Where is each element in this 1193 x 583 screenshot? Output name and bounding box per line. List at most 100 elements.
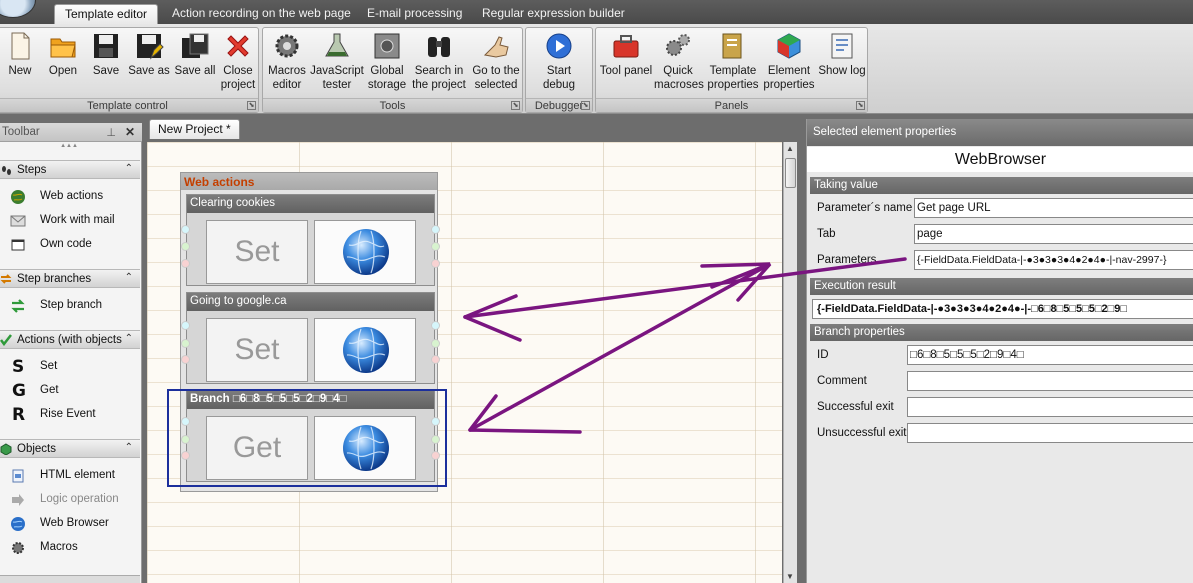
section-actions[interactable]: Actions (with objects ⌃ xyxy=(0,330,140,349)
section-execution-result: Execution result xyxy=(810,278,1193,295)
save-all-button[interactable]: Save all xyxy=(174,30,216,98)
start-debug-button[interactable]: Start debug xyxy=(534,30,584,98)
quick-macroses-button[interactable]: Quick macroses xyxy=(654,30,704,98)
input-port[interactable] xyxy=(181,225,190,234)
template-properties-button[interactable]: Template properties xyxy=(706,30,760,98)
dialog-launcher-icon[interactable]: ⬊ xyxy=(247,101,256,110)
success-port[interactable] xyxy=(431,339,440,348)
element-properties-button[interactable]: Element properties xyxy=(762,30,816,98)
toolbar-scrollbar[interactable] xyxy=(0,575,140,583)
dialog-launcher-icon[interactable]: ⬊ xyxy=(856,101,865,110)
tab-action-recording[interactable]: Action recording on the web page xyxy=(162,4,361,24)
scroll-up-icon[interactable]: ▲ xyxy=(786,144,794,153)
comment-field[interactable] xyxy=(907,371,1193,391)
canvas-vertical-scrollbar[interactable]: ▲ ▼ xyxy=(783,142,797,583)
global-storage-button[interactable]: Global storage xyxy=(367,30,407,98)
section-objects[interactable]: Objects ⌃ xyxy=(0,439,140,458)
new-file-icon xyxy=(11,32,30,60)
web-actions-title: Web actions xyxy=(181,173,437,190)
input-port[interactable] xyxy=(181,242,190,251)
close-icon[interactable]: ✕ xyxy=(125,125,135,139)
web-browser-object[interactable] xyxy=(314,220,416,284)
collapse-icon[interactable]: ⌃ xyxy=(125,333,133,344)
tab-field[interactable]: page xyxy=(914,224,1193,244)
gear-icon xyxy=(12,542,24,554)
application-menu-button[interactable] xyxy=(0,0,36,18)
save-button[interactable]: Save xyxy=(89,30,123,98)
macros-editor-button[interactable]: Macros editor xyxy=(267,30,307,98)
collapse-icon[interactable]: ⌃ xyxy=(125,163,133,174)
parameters-field[interactable]: {-FieldData.FieldData-|-●3●3●3●4●2●4●-|-… xyxy=(914,250,1193,270)
code-window-icon xyxy=(11,239,25,251)
toolbar-item-web-browser[interactable]: Web Browser xyxy=(0,513,140,535)
toolbar-panel: Toolbar ⊥ ✕ ▲▲▲ Steps ⌃ Web actions Work… xyxy=(0,123,142,583)
tool-panel-button[interactable]: Tool panel xyxy=(599,30,653,98)
tab-regex-builder[interactable]: Regular expression builder xyxy=(472,4,635,24)
close-project-button[interactable]: Close project xyxy=(218,30,258,98)
output-port[interactable] xyxy=(431,321,440,330)
properties-panel: Selected element properties WebBrowser T… xyxy=(806,119,1193,583)
scroll-thumb[interactable] xyxy=(785,158,796,188)
open-button[interactable]: Open xyxy=(43,30,83,98)
floppy-disk-icon xyxy=(94,34,118,58)
new-button[interactable]: New xyxy=(5,30,35,98)
successful-exit-field[interactable] xyxy=(907,397,1193,417)
go-to-selected-button[interactable]: Go to the selected xyxy=(469,30,523,98)
javascript-tester-button[interactable]: JavaScript tester xyxy=(310,30,364,98)
dialog-launcher-icon[interactable]: ⬊ xyxy=(511,101,520,110)
project-canvas[interactable]: Web actions Clearing cookies Set Going t… xyxy=(147,142,782,583)
dialog-launcher-icon[interactable]: ⬊ xyxy=(581,101,590,110)
group-label-template-control: Template control xyxy=(0,98,258,112)
section-steps[interactable]: Steps ⌃ xyxy=(0,160,140,179)
action-going-to-google[interactable]: Going to google.ca Set xyxy=(181,292,440,384)
toolbar-item-macros[interactable]: Macros xyxy=(0,537,140,559)
toolbox-icon xyxy=(613,35,639,58)
success-port[interactable] xyxy=(431,242,440,251)
log-notepad-icon xyxy=(831,33,853,59)
search-in-project-button[interactable]: Search in the project xyxy=(411,30,467,98)
save-as-button[interactable]: Save as xyxy=(128,30,170,98)
tab-new-project[interactable]: New Project * xyxy=(149,119,240,139)
successful-exit-label: Successful exit xyxy=(817,401,894,413)
toolbar-item-web-actions[interactable]: Web actions xyxy=(0,186,140,208)
toolbar-item-own-code[interactable]: Own code xyxy=(0,234,140,256)
menu-tab-bar: Template editor Action recording on the … xyxy=(0,0,1193,24)
show-log-button[interactable]: Show log xyxy=(818,30,866,98)
scroll-down-icon[interactable]: ▼ xyxy=(786,572,794,581)
toolbar-item-set[interactable]: S Set xyxy=(0,356,140,378)
collapse-icon[interactable]: ⌃ xyxy=(125,442,133,453)
toolbar-item-get[interactable]: G Get xyxy=(0,380,140,402)
tab-template-editor[interactable]: Template editor xyxy=(54,4,159,24)
execution-result-field[interactable]: {-FieldData.FieldData-|-●3●3●3●4●2●4●-|-… xyxy=(812,299,1193,319)
collapse-icon[interactable]: ⌃ xyxy=(125,272,133,283)
toolbar-item-html-element[interactable]: HTML element xyxy=(0,465,140,487)
toolbar-item-logic-operation[interactable]: Logic operation xyxy=(0,489,140,511)
set-operation-box[interactable]: Set xyxy=(206,220,308,284)
floppy-disks-icon xyxy=(182,33,209,58)
web-browser-object[interactable] xyxy=(314,318,416,382)
folder-open-icon xyxy=(50,38,76,58)
unsuccessful-exit-field[interactable] xyxy=(907,423,1193,443)
grip-handle[interactable]: ▲▲▲ xyxy=(58,143,80,149)
set-operation-box[interactable]: Set xyxy=(206,318,308,382)
toolbar-item-work-with-mail[interactable]: Work with mail xyxy=(0,210,140,232)
input-port[interactable] xyxy=(181,321,190,330)
fail-port[interactable] xyxy=(431,259,440,268)
properties-header: Selected element properties xyxy=(807,119,1193,146)
section-branch-properties: Branch properties xyxy=(810,324,1193,341)
fail-port[interactable] xyxy=(431,355,440,364)
input-port[interactable] xyxy=(181,339,190,348)
toolbar-item-rise-event[interactable]: R Rise Event xyxy=(0,404,140,426)
toolbar-item-step-branch[interactable]: Step branch xyxy=(0,295,140,317)
input-port[interactable] xyxy=(181,355,190,364)
id-field[interactable]: □6□8□5□5□5□2□9□4□ xyxy=(907,345,1193,365)
action-clearing-cookies[interactable]: Clearing cookies Set xyxy=(181,194,440,286)
input-port[interactable] xyxy=(181,259,190,268)
output-port[interactable] xyxy=(431,225,440,234)
pin-icon[interactable]: ⊥ xyxy=(106,126,116,139)
branch-arrows-icon xyxy=(11,299,25,313)
param-name-field[interactable]: Get page URL xyxy=(914,198,1193,218)
group-tools: Macros editor JavaScript tester Global s… xyxy=(262,27,523,113)
section-step-branches[interactable]: Step branches ⌃ xyxy=(0,269,140,288)
tab-email-processing[interactable]: E-mail processing xyxy=(357,4,472,24)
